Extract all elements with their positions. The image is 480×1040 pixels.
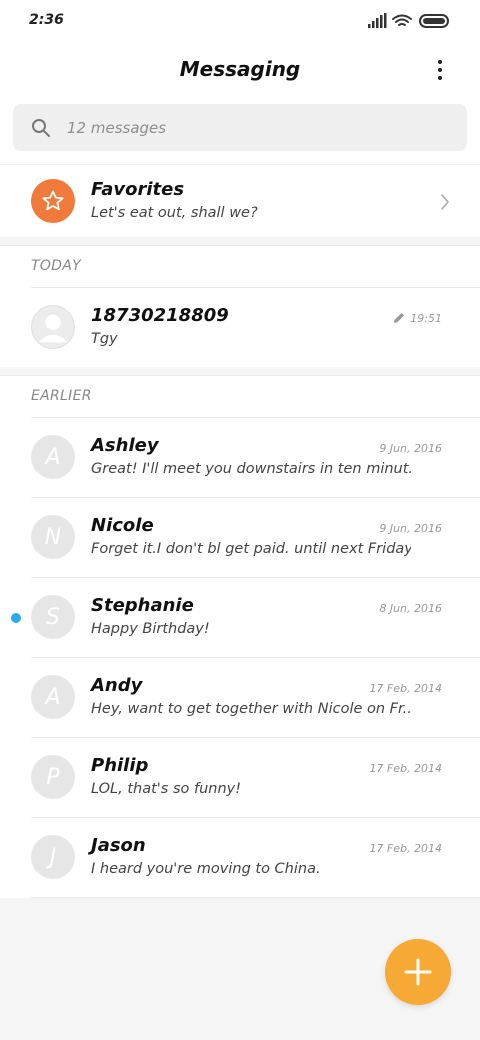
message-date: 17 Feb, 2014: [369, 762, 442, 775]
contact-name: Nicole: [91, 515, 154, 536]
star-icon: [42, 190, 64, 211]
status-time: 2:36: [29, 12, 64, 28]
message-preview: Hey, want to get together with Nicole on…: [91, 701, 411, 717]
person-icon: [38, 314, 68, 343]
message-date: 17 Feb, 2014: [369, 682, 442, 695]
favorites-row[interactable]: Favorites Let's eat out, shall we?: [0, 164, 480, 237]
section-header-earlier: EARLIER: [31, 388, 92, 404]
divider: [31, 897, 480, 898]
contact-name: 18730218809: [91, 305, 229, 326]
avatar: A: [31, 435, 75, 479]
message-preview: Forget it.I don't bl get paid. until nex…: [91, 541, 411, 557]
favorites-preview: Let's eat out, shall we?: [91, 205, 258, 221]
message-preview: I heard you're moving to China.: [91, 861, 321, 877]
unread-indicator: [11, 613, 21, 623]
message-date: 9 Jun, 2016: [379, 522, 442, 535]
avatar: N: [31, 515, 75, 559]
app-header: Messaging: [0, 44, 480, 96]
avatar: [31, 305, 75, 349]
today-section: TODAY 18730218809 Tgy 19:51: [0, 245, 480, 367]
message-date: 8 Jun, 2016: [379, 602, 442, 615]
message-date: 9 Jun, 2016: [379, 442, 442, 455]
new-message-button[interactable]: [385, 939, 451, 1005]
message-date: 17 Feb, 2014: [369, 842, 442, 855]
message-preview: LOL, that's so funny!: [91, 781, 242, 797]
wifi-icon: [392, 14, 412, 26]
conversation-row[interactable]: J Jason I heard you're moving to China. …: [0, 818, 480, 898]
conversation-row[interactable]: 18730218809 Tgy 19:51: [0, 288, 480, 368]
conversation-row[interactable]: S Stephanie Happy Birthday! 8 Jun, 2016: [0, 578, 480, 658]
conversation-row[interactable]: A Andy Hey, want to get together with Ni…: [0, 658, 480, 738]
favorites-title: Favorites: [91, 179, 185, 200]
more-vertical-icon[interactable]: [426, 56, 454, 84]
plus-icon: [404, 958, 432, 986]
avatar: P: [31, 755, 75, 799]
pencil-icon: [394, 313, 404, 323]
contact-name: Jason: [91, 835, 146, 856]
chevron-right-icon: [441, 194, 449, 210]
message-preview: Happy Birthday!: [91, 621, 210, 637]
avatar: A: [31, 675, 75, 719]
avatar: J: [31, 835, 75, 879]
conversation-row[interactable]: P Philip LOL, that's so funny! 17 Feb, 2…: [0, 738, 480, 818]
message-preview: Great! I'll meet you downstairs in ten m…: [91, 461, 411, 477]
contact-name: Stephanie: [91, 595, 194, 616]
favorites-avatar: [31, 179, 75, 223]
battery-icon: [419, 14, 449, 28]
status-icons: [368, 13, 452, 29]
contact-name: Ashley: [91, 435, 159, 456]
avatar: S: [31, 595, 75, 639]
contact-name: Philip: [91, 755, 149, 776]
page-title: Messaging: [179, 57, 301, 81]
earlier-section: EARLIER A Ashley Great! I'll meet you do…: [0, 375, 480, 898]
message-preview: Tgy: [91, 331, 118, 347]
message-time: 19:51: [410, 312, 442, 325]
section-header-today: TODAY: [31, 258, 81, 274]
conversation-row[interactable]: N Nicole Forget it.I don't bl get paid. …: [0, 498, 480, 578]
search-bar[interactable]: [13, 104, 467, 151]
search-input[interactable]: [67, 104, 447, 151]
status-bar: 2:36: [0, 0, 480, 44]
signal-icon: [368, 13, 387, 28]
conversation-row[interactable]: A Ashley Great! I'll meet you downstairs…: [0, 418, 480, 498]
search-icon: [32, 119, 50, 137]
contact-name: Andy: [91, 675, 143, 696]
